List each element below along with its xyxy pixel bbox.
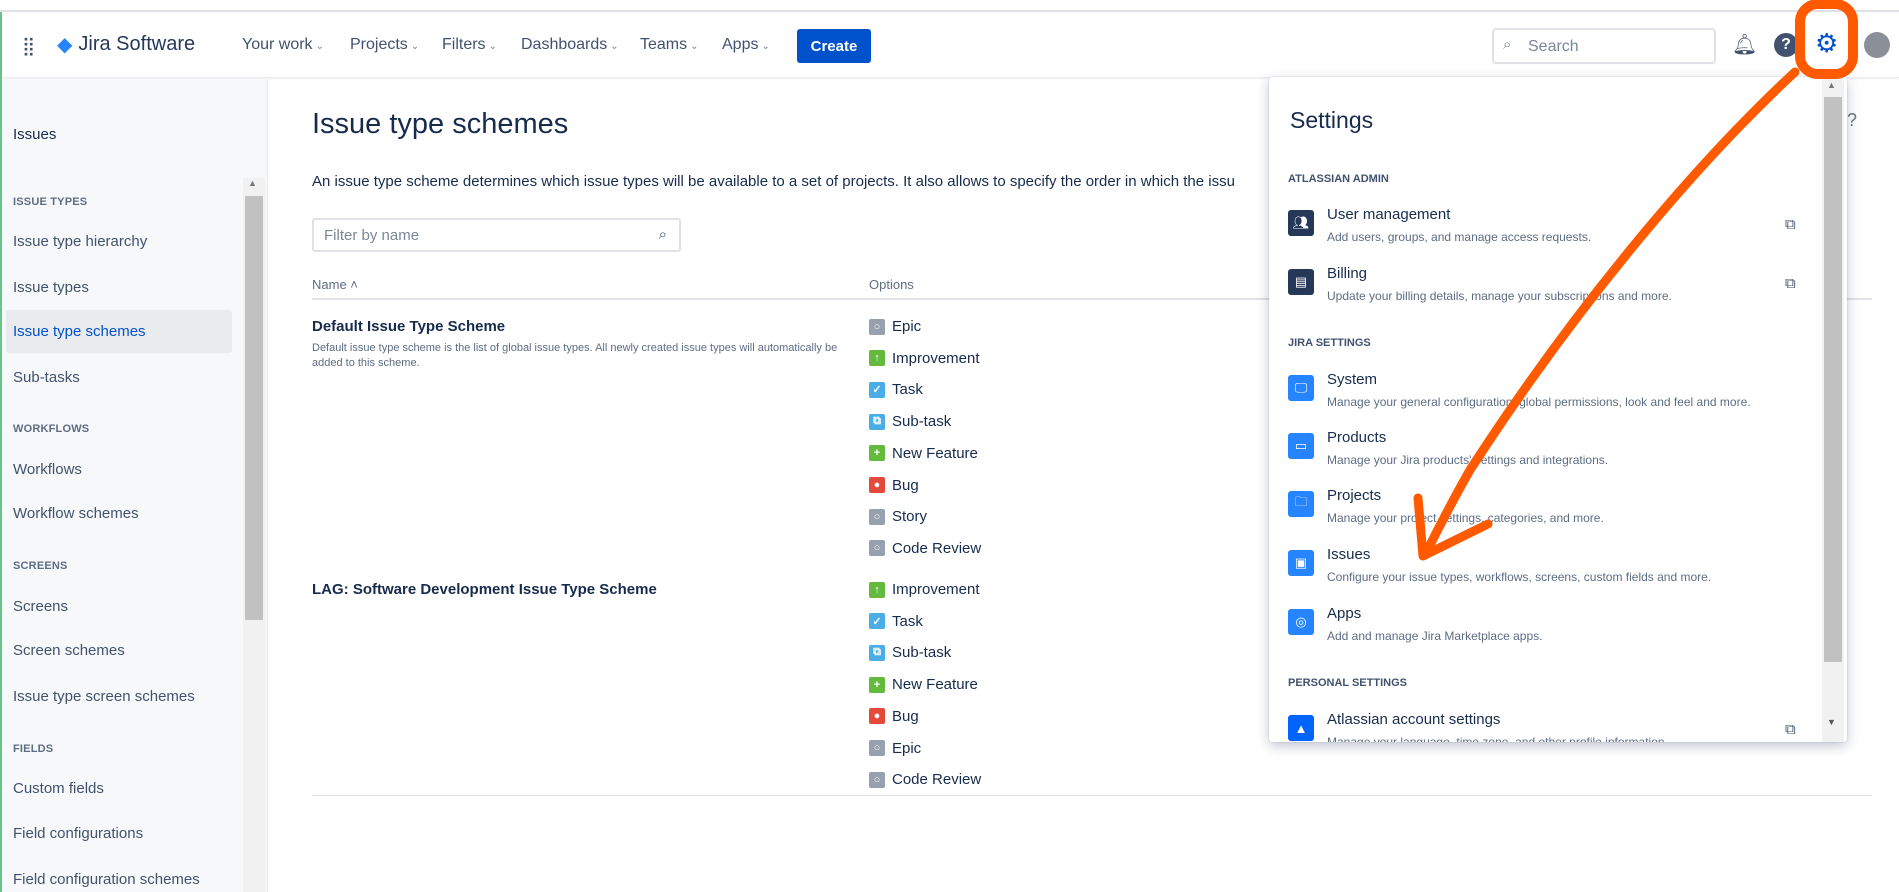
issue-type-option: ↑ Improvement: [869, 350, 980, 367]
task-icon: ✓: [869, 381, 885, 398]
sub-task-icon: ⧉: [869, 644, 885, 661]
issue-type-label: Code Review: [892, 539, 982, 557]
code-review-icon: ○: [869, 771, 885, 788]
issue-type-option: + New Feature: [869, 676, 978, 693]
scheme-name: LAG: Software Development Issue Type Sch…: [312, 581, 657, 598]
issue-type-option: ⧉ Sub-task: [869, 644, 951, 661]
issue-type-option: ○ Epic: [869, 740, 921, 757]
issue-type-label: Code Review: [892, 771, 982, 789]
sidebar-title: Issues: [13, 126, 57, 143]
issue-type-label: Improvement: [892, 349, 980, 367]
bug-icon: ●: [869, 708, 885, 725]
sub-task-icon: ⧉: [869, 413, 885, 430]
issue-type-label: Bug: [892, 707, 919, 725]
epic-icon: ○: [869, 318, 885, 335]
issue-type-option: + New Feature: [869, 445, 978, 462]
sidebar-item-field-configurations[interactable]: Field configurations: [13, 825, 143, 842]
issue-type-option: ● Bug: [869, 477, 919, 494]
task-icon: ✓: [869, 613, 885, 630]
sidebar-heading-issue-types: ISSUE TYPES: [13, 196, 88, 208]
issue-type-label: Epic: [892, 318, 922, 335]
sidebar-item-screens[interactable]: Screens: [13, 598, 68, 615]
annotation-highlight-box: [1795, 0, 1858, 79]
issue-type-label: New Feature: [892, 676, 978, 694]
issue-type-option: ○ Code Review: [869, 771, 981, 788]
sidebar-item-issue-type-screen-schemes[interactable]: Issue type screen schemes: [13, 688, 195, 705]
new-feature-icon: +: [869, 676, 885, 693]
issue-type-option: ○ Code Review: [869, 540, 981, 557]
sidebar-item-issue-type-schemes[interactable]: Issue type schemes: [13, 323, 146, 340]
issue-type-label: Task: [892, 381, 923, 399]
issue-type-label: Bug: [892, 476, 919, 494]
issue-type-option: ↑ Improvement: [869, 581, 980, 598]
sidebar-item-custom-fields[interactable]: Custom fields: [13, 780, 104, 797]
code-review-icon: ○: [869, 540, 885, 557]
sidebar-item-field-configuration-schemes[interactable]: Field configuration schemes: [13, 871, 200, 888]
sidebar-item-workflow-schemes[interactable]: Workflow schemes: [13, 505, 139, 522]
issue-type-label: Improvement: [892, 581, 980, 598]
issue-type-option: ○ Epic: [869, 318, 921, 335]
new-feature-icon: +: [869, 445, 885, 462]
issue-type-option: ⧉ Sub-task: [869, 413, 951, 430]
issue-type-label: New Feature: [892, 444, 978, 462]
issue-type-label: Task: [892, 612, 923, 630]
issue-type-label: Epic: [892, 739, 922, 757]
improvement-icon: ↑: [869, 581, 885, 598]
issue-type-option: ✓ Task: [869, 613, 923, 630]
bug-icon: ●: [869, 477, 885, 493]
sidebar-item-issue-types[interactable]: Issue types: [13, 279, 89, 296]
sidebar-heading-fields: FIELDS: [13, 743, 54, 755]
sidebar-heading-screens: SCREENS: [13, 560, 68, 572]
sidebar-item-issue-type-hierarchy[interactable]: Issue type hierarchy: [13, 233, 147, 250]
sidebar-item-screen-schemes[interactable]: Screen schemes: [13, 642, 125, 659]
sidebar-item-workflows[interactable]: Workflows: [13, 461, 82, 478]
sidebar-heading-workflows: WORKFLOWS: [13, 423, 90, 435]
issue-type-label: Story: [892, 508, 928, 526]
sidebar-item-sub-tasks[interactable]: Sub-tasks: [13, 369, 80, 386]
scheme-name: Default Issue Type Scheme: [312, 318, 506, 335]
epic-icon: ○: [869, 740, 885, 756]
issue-type-label: Sub-task: [892, 413, 952, 431]
annotation-arrow-line: [1420, 67, 1800, 560]
scheme-description: Default issue type scheme is the list of…: [312, 342, 838, 369]
issue-type-label: Sub-task: [892, 644, 952, 662]
issue-type-option: ● Bug: [869, 708, 919, 725]
story-icon: ○: [869, 508, 885, 525]
issue-type-option: ✓ Task: [869, 381, 923, 398]
improvement-icon: ↑: [869, 350, 885, 367]
issue-type-option: ○ Story: [869, 508, 927, 525]
